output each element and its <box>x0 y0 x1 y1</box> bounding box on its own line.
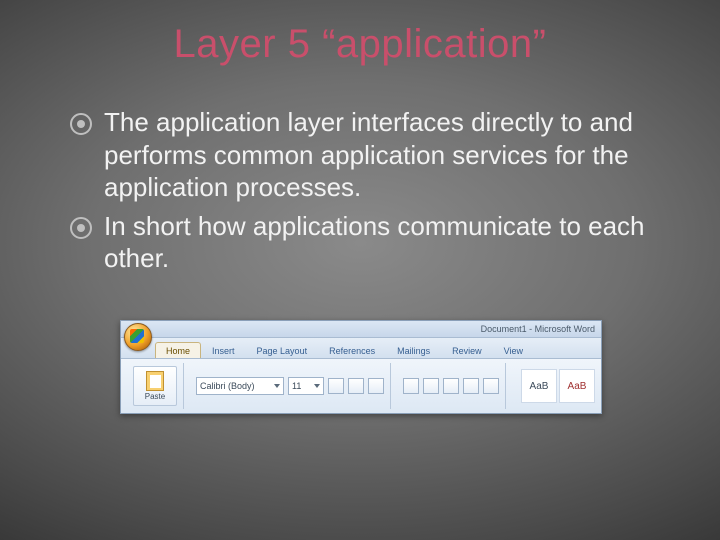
bullet-item: The application layer interfaces directl… <box>70 106 660 204</box>
tab-mailings[interactable]: Mailings <box>386 342 441 358</box>
font-size-value: 11 <box>292 381 301 391</box>
italic-button[interactable] <box>348 378 364 394</box>
clipboard-group: Paste <box>127 363 184 409</box>
paragraph-group <box>397 363 506 409</box>
bullets-button[interactable] <box>403 378 419 394</box>
bullet-item: In short how applications communicate to… <box>70 210 660 275</box>
numbering-button[interactable] <box>423 378 439 394</box>
ribbon-body: Paste Calibri (Body) 11 <box>121 359 601 413</box>
font-size-select[interactable]: 11 <box>288 377 324 395</box>
tab-insert[interactable]: Insert <box>201 342 246 358</box>
bullet-text: The application layer interfaces directl… <box>104 106 660 204</box>
styles-group: AaB AaB <box>521 369 595 403</box>
chevron-down-icon <box>314 384 320 388</box>
chevron-down-icon <box>274 384 280 388</box>
tab-references[interactable]: References <box>318 342 386 358</box>
tab-page-layout[interactable]: Page Layout <box>246 342 319 358</box>
font-family-select[interactable]: Calibri (Body) <box>196 377 284 395</box>
window-title: Document1 - Microsoft Word <box>481 324 595 334</box>
body-text: The application layer interfaces directl… <box>70 106 660 281</box>
paste-label: Paste <box>145 392 165 401</box>
style-heading[interactable]: AaB <box>559 369 595 403</box>
office-button[interactable] <box>124 323 152 351</box>
word-ribbon: Document1 - Microsoft Word Home Insert P… <box>120 320 602 414</box>
slide-title: Layer 5 “application” <box>0 22 720 67</box>
font-family-value: Calibri (Body) <box>200 381 255 391</box>
tab-home[interactable]: Home <box>155 342 201 358</box>
slide: Layer 5 “application” The application la… <box>0 0 720 540</box>
bullet-icon <box>70 113 92 135</box>
style-normal[interactable]: AaB <box>521 369 557 403</box>
underline-button[interactable] <box>368 378 384 394</box>
bullet-text: In short how applications communicate to… <box>104 210 660 275</box>
paste-icon <box>146 371 164 391</box>
bullet-icon <box>70 217 92 239</box>
font-group: Calibri (Body) 11 <box>190 363 391 409</box>
ribbon-tabs: Home Insert Page Layout References Maili… <box>121 338 601 359</box>
align-left-button[interactable] <box>443 378 459 394</box>
window-titlebar: Document1 - Microsoft Word <box>121 321 601 338</box>
paste-button[interactable]: Paste <box>133 366 177 406</box>
align-center-button[interactable] <box>463 378 479 394</box>
align-right-button[interactable] <box>483 378 499 394</box>
tab-view[interactable]: View <box>493 342 534 358</box>
bold-button[interactable] <box>328 378 344 394</box>
tab-review[interactable]: Review <box>441 342 493 358</box>
